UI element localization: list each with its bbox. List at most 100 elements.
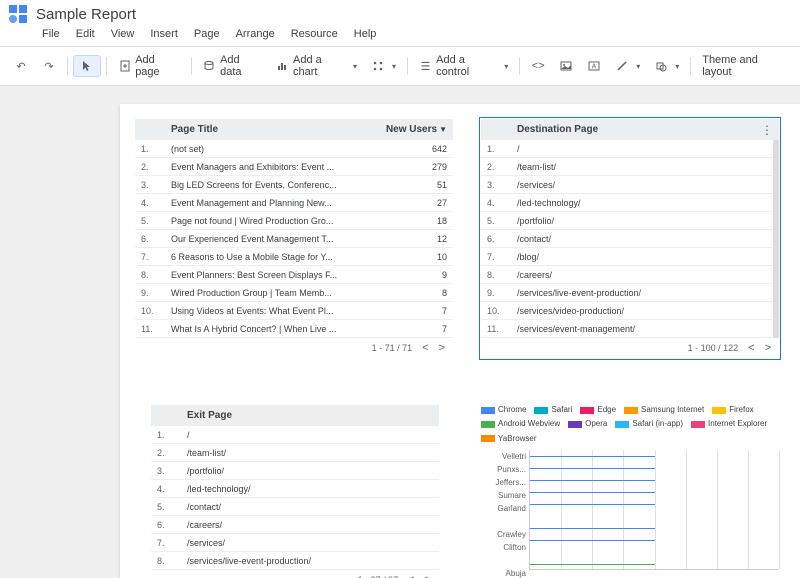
- table-row[interactable]: 10./services/video-production/: [481, 302, 773, 320]
- table-row[interactable]: 2.Event Managers and Exhibitors: Event .…: [135, 158, 453, 176]
- table-row[interactable]: 7.6 Reasons to Use a Mobile Stage for Y.…: [135, 248, 453, 266]
- filter-control-icon: ☰: [419, 59, 432, 73]
- table-row[interactable]: 6./careers/: [151, 516, 439, 534]
- menu-page[interactable]: Page: [188, 26, 226, 42]
- chart-browsers-by-city[interactable]: Chrome Safari Edge Samsung Internet Firefox A…: [480, 404, 780, 578]
- table-row[interactable]: 7./services/: [151, 534, 439, 552]
- line-icon: [615, 59, 629, 73]
- url-embed-button[interactable]: <>: [525, 56, 551, 76]
- canvas-viewport[interactable]: Page Title New Users▼ 1.(not set)6422.Ev…: [0, 86, 800, 578]
- table-row[interactable]: 5./contact/: [151, 498, 439, 516]
- shape-button[interactable]: [648, 56, 685, 76]
- pager-next[interactable]: >: [425, 574, 431, 578]
- community-viz-button[interactable]: [365, 56, 402, 76]
- table-page-title[interactable]: Page Title New Users▼ 1.(not set)6422.Ev…: [134, 118, 454, 359]
- menu-arrange[interactable]: Arrange: [230, 26, 281, 42]
- community-icon: [371, 59, 385, 73]
- menu-help[interactable]: Help: [348, 26, 383, 42]
- chart-bar[interactable]: [530, 468, 655, 469]
- add-page-button[interactable]: Add page: [112, 51, 186, 81]
- legend-item[interactable]: YaBrowser: [481, 434, 537, 444]
- table-exit-page[interactable]: Exit Page 1./2./team-list/3./portfolio/4…: [150, 404, 440, 578]
- theme-layout-button[interactable]: Theme and layout: [696, 51, 792, 81]
- legend-item[interactable]: Chrome: [481, 405, 526, 415]
- shape-icon: [654, 59, 668, 73]
- line-button[interactable]: [609, 56, 646, 76]
- col-page-title[interactable]: Page Title: [171, 124, 377, 135]
- pager-prev[interactable]: <: [422, 342, 428, 354]
- doc-title[interactable]: Sample Report: [36, 6, 136, 23]
- widget-more-icon[interactable]: ⋮: [761, 123, 773, 137]
- table-row[interactable]: 9.Wired Production Group | Team Memb...8: [135, 284, 453, 302]
- menu-resource[interactable]: Resource: [285, 26, 344, 42]
- pager-next[interactable]: >: [439, 342, 445, 354]
- table-row[interactable]: 8.Event Planners: Best Screen Displays F…: [135, 266, 453, 284]
- menu-view[interactable]: View: [105, 26, 141, 42]
- menu-edit[interactable]: Edit: [70, 26, 101, 42]
- chart-bar[interactable]: [530, 504, 655, 505]
- legend-item[interactable]: Samsung Internet: [624, 405, 704, 415]
- table-row[interactable]: 7./blog/: [481, 248, 773, 266]
- menu-file[interactable]: File: [36, 26, 66, 42]
- legend-item[interactable]: Internet Explorer: [691, 419, 767, 429]
- table-row[interactable]: 1./: [151, 426, 439, 444]
- table-row[interactable]: 4./led-technology/: [151, 480, 439, 498]
- chart-icon: [276, 59, 289, 73]
- table-row[interactable]: 9./services/live-event-production/: [481, 284, 773, 302]
- table-row[interactable]: 4./led-technology/: [481, 194, 773, 212]
- table-row[interactable]: 5./portfolio/: [481, 212, 773, 230]
- table-row[interactable]: 8./careers/: [481, 266, 773, 284]
- table-row[interactable]: 2./team-list/: [151, 444, 439, 462]
- legend-item[interactable]: Firefox: [712, 405, 753, 415]
- table-row[interactable]: 3./services/: [481, 176, 773, 194]
- image-button[interactable]: [553, 56, 579, 76]
- legend-item[interactable]: Safari: [534, 405, 572, 415]
- app-header: Sample Report File Edit View Insert Page…: [0, 0, 800, 47]
- table-row[interactable]: 10.Using Videos at Events: What Event Pl…: [135, 302, 453, 320]
- table-row[interactable]: 3./portfolio/: [151, 462, 439, 480]
- chart-bar[interactable]: [530, 564, 655, 565]
- add-data-button[interactable]: Add data: [197, 51, 268, 81]
- col-exit-page[interactable]: Exit Page: [187, 410, 433, 421]
- legend-item[interactable]: Safari (in-app): [615, 419, 683, 429]
- table-row[interactable]: 5.Page not found | Wired Production Gro.…: [135, 212, 453, 230]
- undo-button[interactable]: ↶: [8, 56, 34, 76]
- chart-bar[interactable]: [530, 480, 655, 481]
- table-row[interactable]: 8./services/live-event-production/: [151, 552, 439, 570]
- table-row[interactable]: 6./contact/: [481, 230, 773, 248]
- table-row[interactable]: 1./: [481, 140, 773, 158]
- table-destination-page[interactable]: ⋮ Destination Page 1./2./team-list/3./se…: [480, 118, 780, 359]
- table-row[interactable]: 11.What Is A Hybrid Concert? | When Live…: [135, 320, 453, 338]
- chart-bar[interactable]: [530, 456, 655, 457]
- chart-bar[interactable]: [530, 528, 655, 529]
- col-new-users[interactable]: New Users▼: [377, 124, 447, 135]
- menu-insert[interactable]: Insert: [144, 26, 184, 42]
- pager-prev[interactable]: <: [408, 574, 414, 578]
- table-header: Exit Page: [151, 405, 439, 426]
- report-canvas[interactable]: Page Title New Users▼ 1.(not set)6422.Ev…: [120, 104, 800, 578]
- add-control-button[interactable]: ☰Add a control: [413, 51, 514, 81]
- table-body: 1.(not set)6422.Event Managers and Exhib…: [135, 140, 453, 338]
- chart-bar[interactable]: [530, 540, 655, 541]
- table-row[interactable]: 6.Our Experienced Event Management T...1…: [135, 230, 453, 248]
- redo-button[interactable]: ↷: [36, 56, 62, 76]
- table-row[interactable]: 11./services/event-management/: [481, 320, 773, 338]
- legend-item[interactable]: Android Webview: [481, 419, 560, 429]
- pager-range: 1 - 100 / 122: [688, 343, 739, 353]
- legend-item[interactable]: Opera: [568, 419, 607, 429]
- database-icon: [203, 59, 216, 73]
- chart-bar[interactable]: [530, 492, 655, 493]
- legend-item[interactable]: Edge: [580, 405, 616, 415]
- table-row[interactable]: 2./team-list/: [481, 158, 773, 176]
- table-row[interactable]: 3.Big LED Screens for Events, Conferenc.…: [135, 176, 453, 194]
- text-button[interactable]: A: [581, 56, 607, 76]
- pager-next[interactable]: >: [765, 342, 771, 354]
- table-pager: 1 - 71 / 71 < >: [135, 338, 453, 358]
- menu-bar: File Edit View Insert Page Arrange Resou…: [0, 24, 800, 46]
- table-row[interactable]: 1.(not set)642: [135, 140, 453, 158]
- select-tool[interactable]: [73, 55, 101, 77]
- col-destination-page[interactable]: Destination Page: [517, 124, 773, 135]
- pager-prev[interactable]: <: [748, 342, 754, 354]
- add-chart-button[interactable]: Add a chart: [270, 51, 363, 81]
- table-row[interactable]: 4.Event Management and Planning New...27: [135, 194, 453, 212]
